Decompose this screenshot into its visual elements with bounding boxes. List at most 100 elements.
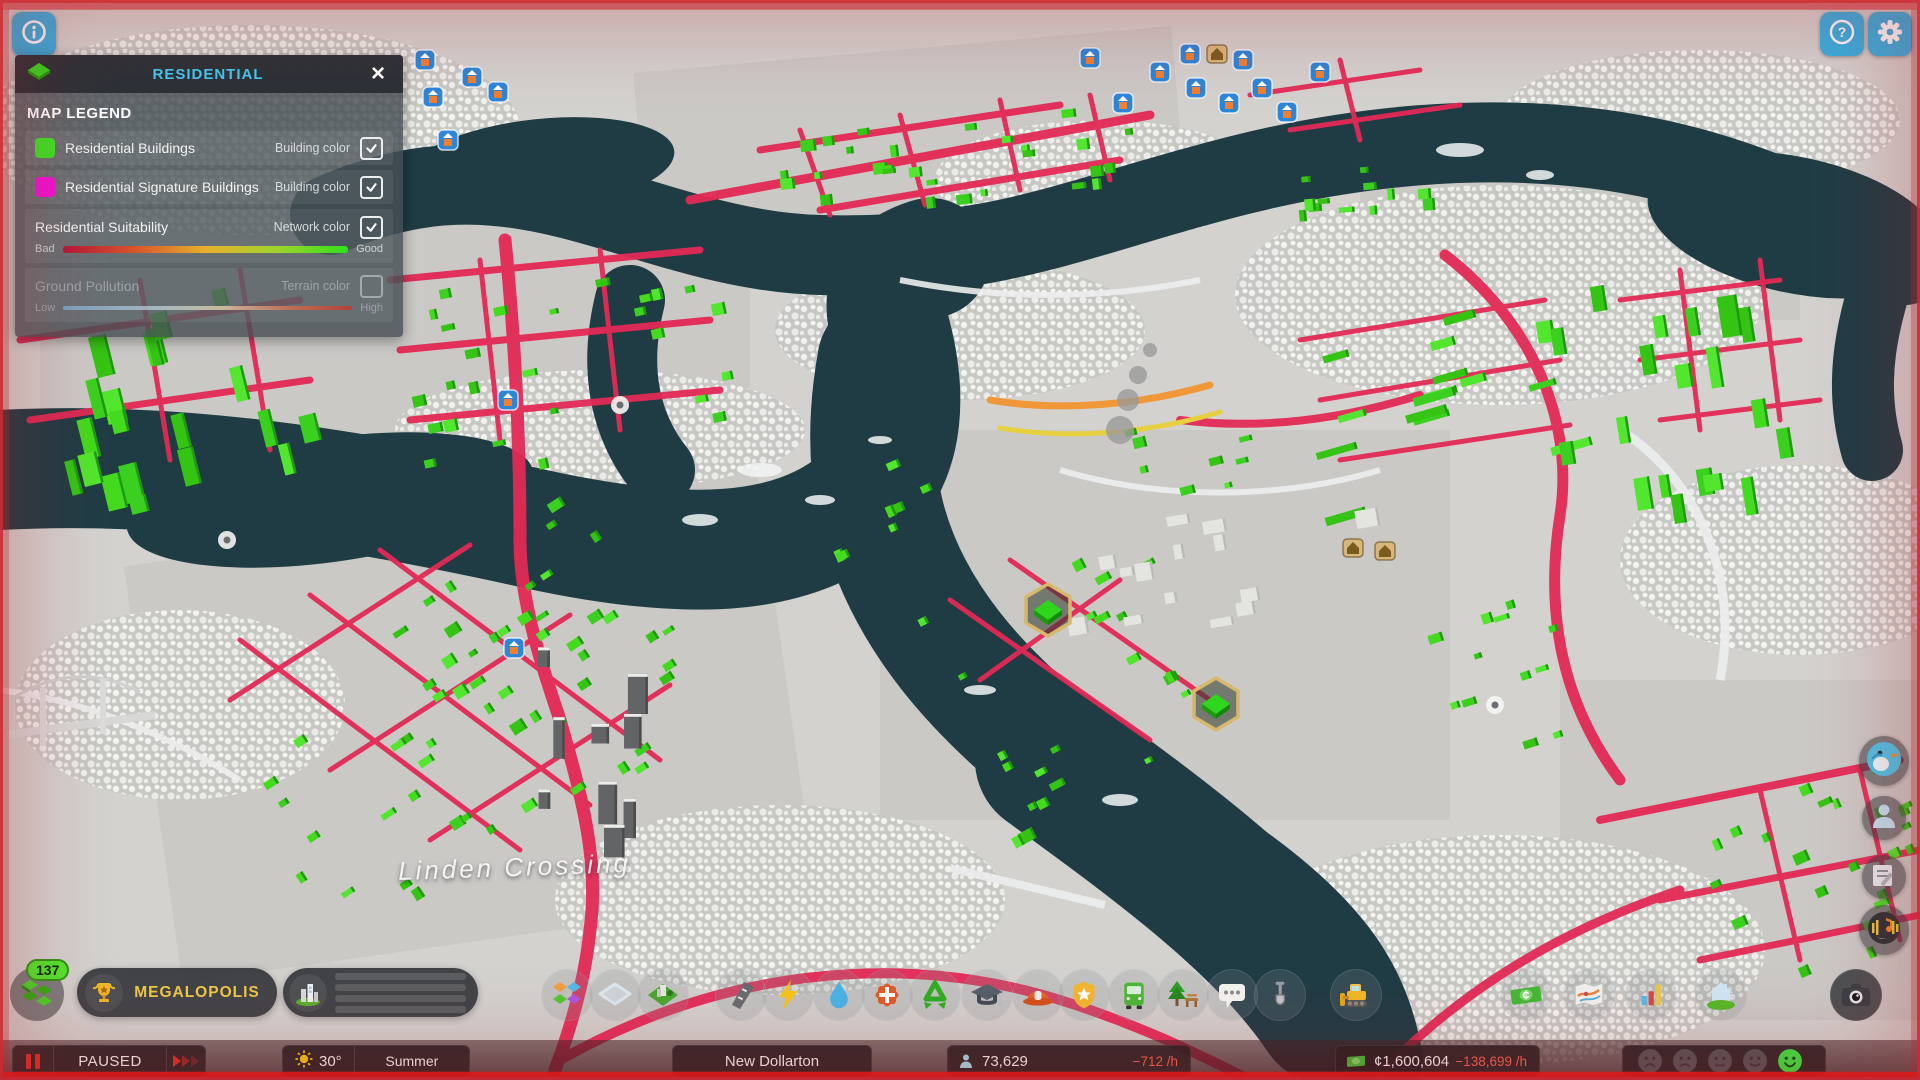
settings-button[interactable] [1868, 12, 1912, 56]
statistics-icon [1635, 979, 1667, 1011]
population-widget[interactable]: 73,629 −712 /h [947, 1045, 1191, 1077]
building-notification-icon[interactable] [1342, 538, 1364, 558]
education-button[interactable] [961, 969, 1013, 1021]
garbage-button[interactable] [909, 969, 961, 1021]
building-levelup-icon[interactable] [461, 66, 483, 88]
signature-building-marker[interactable] [1024, 581, 1072, 639]
map-legend-heading: MAP LEGEND [27, 105, 132, 122]
building-levelup-icon[interactable] [414, 49, 436, 71]
info-icon [20, 18, 48, 51]
transportation-icon [1119, 978, 1149, 1012]
landscaping-icon [646, 980, 680, 1010]
map-poi-icon[interactable] [218, 531, 236, 549]
economy-button[interactable]: ¢ [1500, 969, 1552, 1021]
close-icon[interactable]: × [365, 61, 391, 87]
map-info-views-button[interactable] [1563, 969, 1615, 1021]
pause-button[interactable] [13, 1046, 53, 1076]
legend-row-ground-pollution: Ground Pollution Terrain color Low High [25, 268, 393, 322]
citizen-info-button[interactable] [1862, 796, 1906, 840]
education-icon [970, 980, 1004, 1010]
chirper-bird-icon [1864, 739, 1904, 784]
building-levelup-icon[interactable] [497, 389, 519, 411]
water-sewage-button[interactable] [813, 969, 865, 1021]
xp-level-widget[interactable]: 137 [10, 959, 70, 1021]
building-levelup-icon[interactable] [503, 637, 525, 659]
terraforming-button[interactable] [1254, 969, 1306, 1021]
demand-bar-2 [335, 983, 466, 991]
milestone-label: MEGALOPOLIS [134, 983, 260, 1001]
building-levelup-icon[interactable] [1276, 101, 1298, 123]
demand-bar-1 [335, 972, 466, 980]
transportation-button[interactable] [1108, 969, 1160, 1021]
parks-recreation-icon [1166, 978, 1200, 1012]
chirper-button[interactable] [1859, 736, 1909, 786]
info-view-button[interactable] [12, 12, 56, 56]
health-deathcare-button[interactable] [861, 969, 913, 1021]
milestone-button[interactable]: MEGALOPOLIS [77, 968, 277, 1017]
roads-icon [724, 978, 758, 1012]
signature-buildings-button[interactable] [589, 969, 641, 1021]
building-notification-icon[interactable] [1206, 44, 1228, 64]
garbage-icon [918, 978, 952, 1012]
map-poi-icon[interactable] [1486, 696, 1504, 714]
roads-button[interactable] [715, 969, 767, 1021]
map-poi-icon[interactable] [611, 396, 629, 414]
parks-recreation-button[interactable] [1157, 969, 1209, 1021]
building-levelup-icon[interactable] [1218, 92, 1240, 114]
help-button[interactable]: ? [1820, 12, 1864, 56]
legend-row-residential-buildings: Residential Buildings Building color [25, 131, 393, 165]
city-information-button[interactable] [1695, 969, 1747, 1021]
fire-rescue-icon [1021, 980, 1055, 1010]
happiness-widget[interactable] [1622, 1045, 1826, 1077]
demand-bars [335, 972, 466, 1013]
health-deathcare-icon [870, 978, 904, 1012]
checkbox-suitability[interactable] [360, 215, 383, 239]
pollution-gradient [63, 306, 353, 310]
money-widget[interactable]: ¢1,600,604 −138,699 /h [1335, 1045, 1540, 1077]
game-screen: Linden Crossing ? RESIDENTIAL × MAP LEGE [0, 0, 1920, 1080]
building-levelup-icon[interactable] [1112, 92, 1134, 114]
electricity-button[interactable] [762, 969, 814, 1021]
signature-building-marker[interactable] [1192, 675, 1240, 733]
building-levelup-icon[interactable] [487, 81, 509, 103]
checkbox-ground-pollution[interactable] [360, 274, 383, 298]
zones-button[interactable] [541, 969, 593, 1021]
money-rate: −138,699 /h [1455, 1053, 1527, 1069]
season-label: Summer [385, 1053, 439, 1069]
svg-text:¢: ¢ [1522, 988, 1529, 1003]
police-icon [1069, 978, 1099, 1012]
building-levelup-icon[interactable] [1149, 61, 1171, 83]
speed-up-button[interactable] [167, 1046, 205, 1076]
money-value: ¢1,600,604 [1374, 1052, 1450, 1070]
building-levelup-icon[interactable] [1232, 49, 1254, 71]
face-very-sad [1638, 1049, 1662, 1073]
communications-button[interactable] [1206, 969, 1258, 1021]
bulldozer-icon [1338, 979, 1374, 1011]
building-levelup-icon[interactable] [1079, 47, 1101, 69]
building-levelup-icon[interactable] [1251, 77, 1273, 99]
building-notification-icon[interactable] [1374, 541, 1396, 561]
checkbox-signature-buildings[interactable] [360, 175, 383, 199]
building-levelup-icon[interactable] [422, 86, 444, 108]
building-levelup-icon[interactable] [1185, 77, 1207, 99]
city-name-widget[interactable]: New Dollarton [672, 1045, 872, 1077]
photo-mode-button[interactable] [1830, 969, 1882, 1021]
radio-button[interactable] [1859, 905, 1909, 955]
statistics-button[interactable] [1625, 969, 1677, 1021]
fire-rescue-button[interactable] [1012, 969, 1064, 1021]
building-levelup-icon[interactable] [437, 129, 459, 151]
bulldozer-button[interactable] [1330, 969, 1382, 1021]
landscaping-button[interactable] [637, 969, 689, 1021]
weather-widget[interactable]: 30° Summer [282, 1045, 470, 1077]
photo-mode-icon [1839, 980, 1873, 1010]
happiness-faces [1623, 1048, 1817, 1074]
residential-zone-icon [27, 62, 51, 87]
demand-widget[interactable] [283, 968, 478, 1017]
fast-forward-icon [173, 1055, 181, 1067]
police-button[interactable] [1058, 969, 1110, 1021]
journal-icon [1869, 860, 1899, 895]
building-levelup-icon[interactable] [1179, 43, 1201, 65]
building-levelup-icon[interactable] [1309, 61, 1331, 83]
checkbox-residential-buildings[interactable] [360, 136, 383, 160]
journal-button[interactable] [1862, 855, 1906, 899]
